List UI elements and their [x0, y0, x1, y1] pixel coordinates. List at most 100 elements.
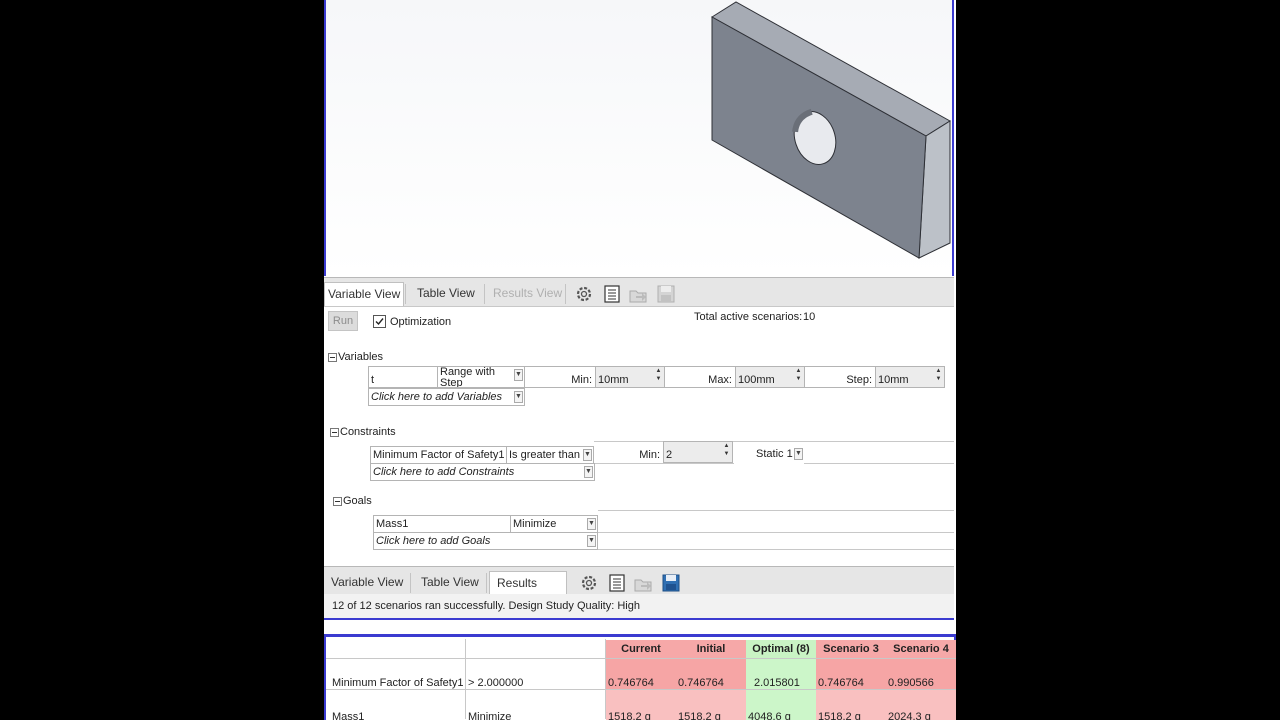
tab-separator: [410, 573, 411, 593]
optimization-label: Optimization: [390, 316, 452, 328]
variable-step-value: 10mm: [878, 374, 909, 386]
constraint-study-value: Static 1: [756, 448, 793, 460]
constraint-name-field[interactable]: Minimum Factor of Safety1: [370, 446, 507, 464]
result-cell: 1518.2 g: [816, 690, 886, 720]
save-icon[interactable]: [656, 284, 676, 304]
list-icon[interactable]: [602, 284, 622, 304]
chevron-down-icon[interactable]: ▼: [514, 369, 523, 381]
goals-section-header[interactable]: Goals: [333, 495, 372, 507]
goal-type-value: Minimize: [513, 518, 557, 530]
graphics-viewport[interactable]: [324, 0, 954, 276]
variables-section-header[interactable]: Variables: [328, 351, 383, 363]
variable-max-label: Max:: [708, 374, 732, 386]
variable-type-value: Range with Step: [440, 366, 496, 388]
spinner-icon[interactable]: ▲ ▼: [654, 367, 663, 383]
tab-variable-view[interactable]: Variable View: [328, 571, 408, 595]
constraint-condition-value: Is greater than: [509, 449, 580, 461]
collapse-icon[interactable]: [330, 427, 339, 437]
add-variables-row[interactable]: Click here to add Variables ▼: [368, 388, 525, 406]
column-header-current: Current: [606, 640, 676, 658]
result-cell: 1518.2 g: [606, 690, 676, 720]
tab-separator: [405, 284, 406, 304]
constraint-study-select[interactable]: Static 1 ▼: [734, 446, 804, 464]
result-cell: 0.746764: [606, 659, 676, 689]
result-cell: 4048.6 g: [746, 690, 816, 720]
divider: [598, 532, 954, 533]
add-goals-row[interactable]: Click here to add Goals ▼: [373, 532, 598, 550]
constraints-header-label: Constraints: [340, 426, 396, 438]
tab-table-view[interactable]: Table View: [414, 282, 478, 306]
constraint-min-field[interactable]: 2 ▲ ▼: [663, 441, 733, 463]
run-button[interactable]: Run: [328, 311, 358, 331]
results-status-text: 12 of 12 scenarios ran successfully. Des…: [332, 600, 640, 612]
add-constraints-label: Click here to add Constraints: [373, 466, 515, 478]
variable-step-label: Step:: [846, 374, 872, 386]
export-icon[interactable]: [628, 284, 648, 304]
variables-header-label: Variables: [338, 351, 384, 363]
constraint-min-value: 2: [666, 449, 673, 461]
tab-variable-view[interactable]: Variable View: [324, 282, 404, 306]
collapse-icon[interactable]: [333, 496, 342, 506]
result-cell: 1518.2 g: [676, 690, 746, 720]
chevron-down-icon[interactable]: ▼: [584, 466, 593, 478]
variable-step-field[interactable]: 10mm ▲ ▼: [875, 366, 945, 388]
tab-results-view[interactable]: Results View: [490, 282, 564, 306]
constraint-min-label: Min:: [639, 449, 660, 461]
chevron-down-icon[interactable]: ▼: [514, 391, 523, 403]
add-constraints-row[interactable]: Click here to add Constraints ▼: [370, 463, 595, 481]
chevron-down-icon[interactable]: ▼: [794, 448, 803, 460]
add-goals-label: Click here to add Goals: [376, 535, 491, 547]
spinner-icon[interactable]: ▲ ▼: [934, 367, 943, 383]
plate-part-model[interactable]: [326, 0, 956, 276]
export-icon[interactable]: [633, 573, 653, 593]
result-cell: 0.746764: [676, 659, 746, 689]
total-scenarios-label: Total active scenarios:: [694, 311, 803, 323]
divider: [598, 510, 954, 511]
variable-min-field[interactable]: 10mm ▲ ▼: [595, 366, 665, 388]
variable-name-field[interactable]: t: [368, 366, 438, 388]
spinner-icon[interactable]: ▲ ▼: [794, 367, 803, 383]
tab-separator: [486, 573, 487, 593]
column-header-optimal: Optimal (8): [746, 640, 816, 658]
collapse-icon[interactable]: [328, 352, 337, 362]
design-study-window: Variable View Table View Results View Ru…: [324, 0, 956, 720]
variable-min-label: Min:: [571, 374, 592, 386]
save-icon[interactable]: [661, 573, 681, 593]
column-header-scenario-4: Scenario 4: [886, 640, 956, 658]
chevron-down-icon[interactable]: ▼: [587, 535, 596, 547]
variable-max-value: 100mm: [738, 374, 775, 386]
result-cell: 2.015801: [746, 659, 816, 689]
result-row-criterion: > 2.000000: [468, 677, 524, 689]
chevron-down-icon[interactable]: ▼: [587, 518, 596, 530]
spinner-icon[interactable]: ▲ ▼: [722, 442, 731, 458]
add-variables-label: Click here to add Variables: [371, 391, 503, 403]
checkmark-icon: [375, 318, 384, 326]
gear-icon[interactable]: [579, 573, 599, 593]
result-cell: 2024.3 g: [886, 690, 956, 720]
constraint-condition-select[interactable]: Is greater than ▼: [506, 446, 594, 464]
gear-icon[interactable]: [574, 284, 594, 304]
column-header-initial: Initial: [676, 640, 746, 658]
bottom-tab-bar: Variable View Table View Results View: [324, 566, 954, 612]
chevron-down-icon[interactable]: ▼: [583, 449, 592, 461]
result-row-criterion: Minimize: [468, 711, 512, 720]
variable-min-value: 10mm: [598, 374, 629, 386]
tab-separator: [565, 284, 566, 304]
result-row-name: Minimum Factor of Safety1: [332, 677, 464, 689]
constraints-section-header[interactable]: Constraints: [330, 426, 396, 438]
result-cell: 0.990566: [886, 659, 956, 689]
variable-max-field[interactable]: 100mm ▲ ▼: [735, 366, 805, 388]
goal-type-select[interactable]: Minimize ▼: [510, 515, 598, 533]
results-table: Current Initial Optimal (8) Scenario 3 S…: [324, 634, 956, 720]
variable-type-select[interactable]: Range with Step ▼: [437, 366, 525, 388]
column-header-scenario-3: Scenario 3: [816, 640, 886, 658]
optimization-checkbox[interactable]: [373, 315, 386, 328]
total-scenarios-value: 10: [803, 311, 816, 323]
list-icon[interactable]: [607, 573, 627, 593]
tab-table-view[interactable]: Table View: [418, 571, 482, 595]
tab-results-view[interactable]: Results View: [489, 571, 567, 612]
divider: [594, 441, 954, 442]
result-row-name: Mass1: [332, 711, 365, 720]
tab-separator: [484, 284, 485, 304]
goal-name-field[interactable]: Mass1: [373, 515, 511, 533]
